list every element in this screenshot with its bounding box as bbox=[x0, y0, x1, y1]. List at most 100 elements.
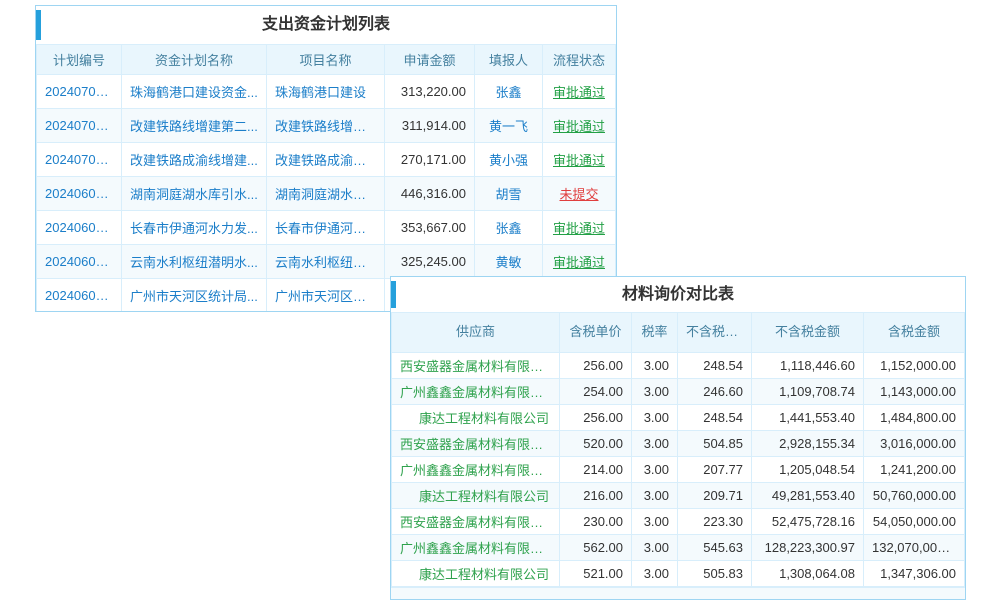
tax-rate: 3.00 bbox=[632, 457, 678, 483]
tax-excl-unit-price: 209.71 bbox=[678, 483, 752, 509]
supplier-name-link[interactable]: 西安盛器金属材料有限公司 bbox=[392, 509, 560, 535]
apply-amount: 325,245.00 bbox=[385, 245, 475, 279]
quote-column-header: 不含税金额 bbox=[752, 313, 864, 353]
filler-name[interactable]: 张鑫 bbox=[475, 75, 543, 109]
tax-rate: 3.00 bbox=[632, 353, 678, 379]
table-row: 2024070001改建铁路成渝线增建...改建铁路成渝线增...270,171… bbox=[37, 143, 616, 177]
plan-number-link[interactable]: 2024070002 bbox=[37, 109, 122, 143]
supplier-name-link[interactable]: 西安盛器金属材料有限公司 bbox=[392, 353, 560, 379]
tax-incl-amount: 1,241,200.00 bbox=[864, 457, 965, 483]
project-name-link[interactable]: 改建铁路成渝线增... bbox=[267, 143, 385, 177]
tax-incl-amount: 132,070,000.00 bbox=[864, 535, 965, 561]
fund-plan-name-link[interactable]: 广州市天河区统计局... bbox=[122, 279, 267, 313]
plan-number-link[interactable]: 2024060008 bbox=[37, 279, 122, 313]
process-status-link[interactable]: 未提交 bbox=[543, 177, 616, 211]
tax-excl-amount: 1,118,446.60 bbox=[752, 353, 864, 379]
filler-name[interactable]: 黄敏 bbox=[475, 245, 543, 279]
plan-column-header: 资金计划名称 bbox=[122, 45, 267, 75]
tax-incl-unit-price: 562.00 bbox=[560, 535, 632, 561]
fund-plan-name-link[interactable]: 改建铁路线增建第二... bbox=[122, 109, 267, 143]
apply-amount: 270,171.00 bbox=[385, 143, 475, 177]
table-row: 西安盛器金属材料有限公司256.003.00248.541,118,446.60… bbox=[392, 353, 965, 379]
quote-header-row: 供应商含税单价税率不含税单价不含税金额含税金额 bbox=[392, 313, 965, 353]
material-quote-table: 供应商含税单价税率不含税单价不含税金额含税金额 西安盛器金属材料有限公司256.… bbox=[391, 312, 965, 587]
supplier-name-link[interactable]: 西安盛器金属材料有限公司 bbox=[392, 431, 560, 457]
tax-incl-unit-price: 520.00 bbox=[560, 431, 632, 457]
tax-rate: 3.00 bbox=[632, 509, 678, 535]
process-status-link[interactable]: 审批通过 bbox=[543, 109, 616, 143]
tax-incl-unit-price: 256.00 bbox=[560, 405, 632, 431]
tax-excl-amount: 2,928,155.34 bbox=[752, 431, 864, 457]
fund-plan-name-link[interactable]: 长春市伊通河水力发... bbox=[122, 211, 267, 245]
plan-column-header: 项目名称 bbox=[267, 45, 385, 75]
apply-amount: 311,914.00 bbox=[385, 109, 475, 143]
tax-incl-amount: 54,050,000.00 bbox=[864, 509, 965, 535]
table-row: 广州鑫鑫金属材料有限公司562.003.00545.63128,223,300.… bbox=[392, 535, 965, 561]
process-status-link[interactable]: 审批通过 bbox=[543, 211, 616, 245]
tax-excl-amount: 1,441,553.40 bbox=[752, 405, 864, 431]
filler-name[interactable]: 黄小强 bbox=[475, 143, 543, 177]
project-name-link[interactable]: 长春市伊通河水力... bbox=[267, 211, 385, 245]
project-name-link[interactable]: 湖南洞庭湖水库引... bbox=[267, 177, 385, 211]
quote-table-body: 西安盛器金属材料有限公司256.003.00248.541,118,446.60… bbox=[392, 353, 965, 587]
supplier-name-link[interactable]: 康达工程材料有限公司 bbox=[392, 483, 560, 509]
supplier-name-link[interactable]: 康达工程材料有限公司 bbox=[392, 405, 560, 431]
process-status-link[interactable]: 审批通过 bbox=[543, 245, 616, 279]
fund-plan-name-link[interactable]: 改建铁路成渝线增建... bbox=[122, 143, 267, 177]
tax-excl-amount: 128,223,300.97 bbox=[752, 535, 864, 561]
material-quote-panel: 材料询价对比表 供应商含税单价税率不含税单价不含税金额含税金额 西安盛器金属材料… bbox=[390, 276, 966, 600]
supplier-name-link[interactable]: 康达工程材料有限公司 bbox=[392, 561, 560, 587]
tax-excl-unit-price: 248.54 bbox=[678, 353, 752, 379]
apply-amount: 313,220.00 bbox=[385, 75, 475, 109]
project-name-link[interactable]: 珠海鹤港口建设 bbox=[267, 75, 385, 109]
tax-excl-unit-price: 505.83 bbox=[678, 561, 752, 587]
fund-plan-name-link[interactable]: 珠海鹤港口建设资金... bbox=[122, 75, 267, 109]
table-row: 2024070003珠海鹤港口建设资金...珠海鹤港口建设313,220.00张… bbox=[37, 75, 616, 109]
plan-number-link[interactable]: 2024060009 bbox=[37, 245, 122, 279]
fund-plan-name-link[interactable]: 湖南洞庭湖水库引水... bbox=[122, 177, 267, 211]
plan-column-header: 申请金额 bbox=[385, 45, 475, 75]
tax-incl-unit-price: 521.00 bbox=[560, 561, 632, 587]
tax-incl-amount: 3,016,000.00 bbox=[864, 431, 965, 457]
tax-rate: 3.00 bbox=[632, 561, 678, 587]
project-name-link[interactable]: 广州市天河区统计... bbox=[267, 279, 385, 313]
process-status-link[interactable]: 审批通过 bbox=[543, 143, 616, 177]
plan-number-link[interactable]: 2024060011 bbox=[37, 177, 122, 211]
plan-column-header: 计划编号 bbox=[37, 45, 122, 75]
table-row: 康达工程材料有限公司521.003.00505.831,308,064.081,… bbox=[392, 561, 965, 587]
project-name-link[interactable]: 云南水利枢纽潜明... bbox=[267, 245, 385, 279]
tax-excl-unit-price: 248.54 bbox=[678, 405, 752, 431]
supplier-name-link[interactable]: 广州鑫鑫金属材料有限公司 bbox=[392, 457, 560, 483]
plan-header-row: 计划编号资金计划名称项目名称申请金额填报人流程状态 bbox=[37, 45, 616, 75]
tax-excl-unit-price: 246.60 bbox=[678, 379, 752, 405]
process-status-link[interactable]: 审批通过 bbox=[543, 75, 616, 109]
table-row: 西安盛器金属材料有限公司230.003.00223.3052,475,728.1… bbox=[392, 509, 965, 535]
quote-column-header: 含税金额 bbox=[864, 313, 965, 353]
supplier-name-link[interactable]: 广州鑫鑫金属材料有限公司 bbox=[392, 535, 560, 561]
plan-number-link[interactable]: 2024070003 bbox=[37, 75, 122, 109]
tax-rate: 3.00 bbox=[632, 483, 678, 509]
tax-excl-unit-price: 545.63 bbox=[678, 535, 752, 561]
table-row: 2024070002改建铁路线增建第二...改建铁路线增建第...311,914… bbox=[37, 109, 616, 143]
quote-column-header: 含税单价 bbox=[560, 313, 632, 353]
table-row: 2024060009云南水利枢纽潜明水...云南水利枢纽潜明...325,245… bbox=[37, 245, 616, 279]
fund-plan-name-link[interactable]: 云南水利枢纽潜明水... bbox=[122, 245, 267, 279]
filler-name[interactable]: 张鑫 bbox=[475, 211, 543, 245]
quote-column-header: 税率 bbox=[632, 313, 678, 353]
expenditure-plan-panel: 支出资金计划列表 计划编号资金计划名称项目名称申请金额填报人流程状态 20240… bbox=[35, 5, 617, 312]
table-row: 2024060011湖南洞庭湖水库引水...湖南洞庭湖水库引...446,316… bbox=[37, 177, 616, 211]
supplier-name-link[interactable]: 广州鑫鑫金属材料有限公司 bbox=[392, 379, 560, 405]
tax-excl-amount: 49,281,553.40 bbox=[752, 483, 864, 509]
expenditure-plan-title: 支出资金计划列表 bbox=[36, 6, 616, 44]
tax-rate: 3.00 bbox=[632, 405, 678, 431]
filler-name[interactable]: 胡雪 bbox=[475, 177, 543, 211]
tax-incl-amount: 1,143,000.00 bbox=[864, 379, 965, 405]
plan-number-link[interactable]: 2024070001 bbox=[37, 143, 122, 177]
plan-column-header: 流程状态 bbox=[543, 45, 616, 75]
apply-amount: 446,316.00 bbox=[385, 177, 475, 211]
table-row: 广州鑫鑫金属材料有限公司214.003.00207.771,205,048.54… bbox=[392, 457, 965, 483]
plan-number-link[interactable]: 2024060010 bbox=[37, 211, 122, 245]
filler-name[interactable]: 黄一飞 bbox=[475, 109, 543, 143]
project-name-link[interactable]: 改建铁路线增建第... bbox=[267, 109, 385, 143]
table-row: 广州鑫鑫金属材料有限公司254.003.00246.601,109,708.74… bbox=[392, 379, 965, 405]
